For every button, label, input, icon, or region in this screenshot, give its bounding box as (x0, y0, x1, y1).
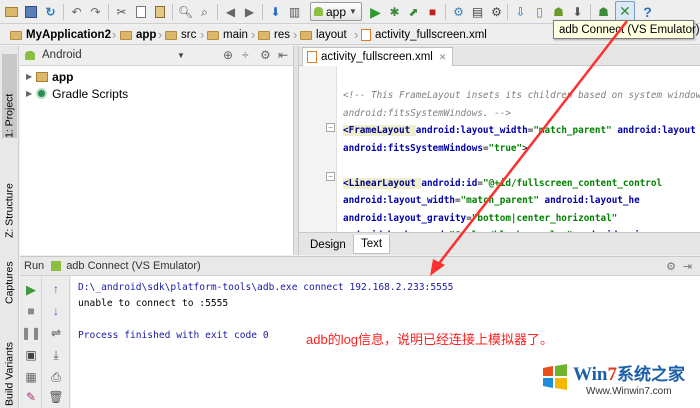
ide-window: ↻ ↶ ↷ ✂ 🔍︎ ⌕ ◀ ▶ ⬇ ▥ app ▼ ▶ ✱ ⬈ ■ ⚙ ▤ ⚙… (0, 0, 700, 408)
watermark-brand: Win7系统之家 (573, 364, 686, 385)
annotation-note: adb的log信息，说明已经连接上模拟器了。 (306, 332, 554, 347)
watermark-url: Www.Winwin7.com (586, 386, 672, 397)
windows-logo-icon (543, 364, 567, 390)
watermark: Win7系统之家 Www.Winwin7.com (540, 356, 696, 404)
